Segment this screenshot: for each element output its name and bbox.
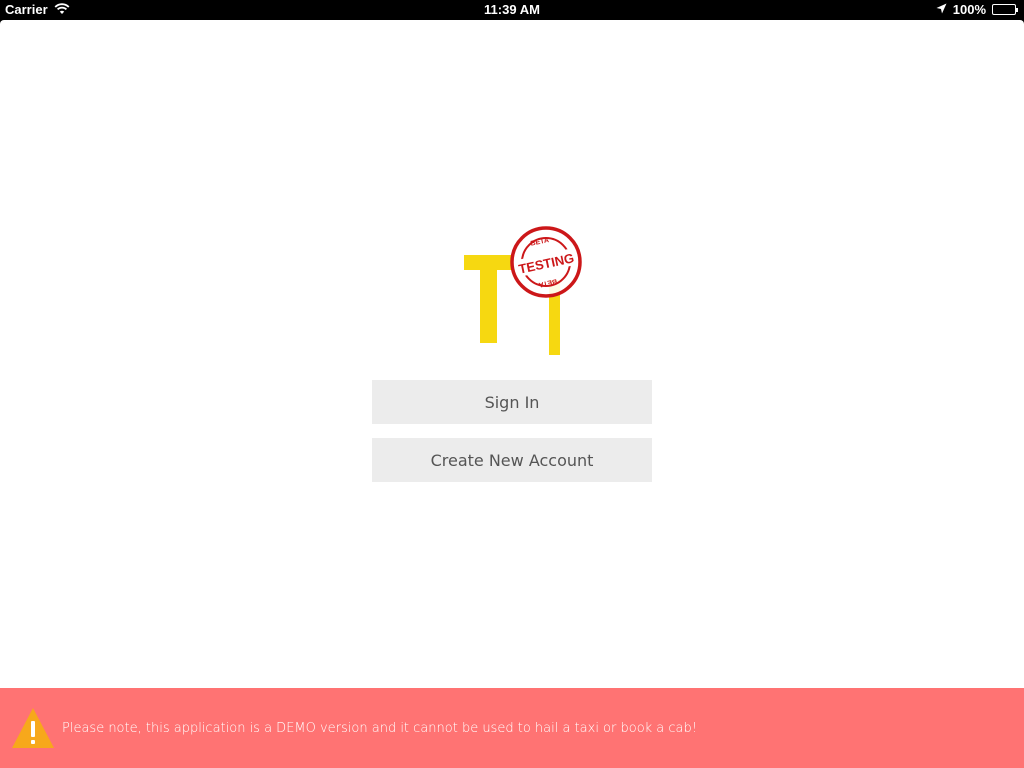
app-screen: TESTING BETA BETA Sign In Create New Acc… [0, 20, 1024, 768]
battery-percent: 100% [952, 2, 986, 17]
beta-testing-stamp-icon: TESTING BETA BETA [510, 226, 582, 298]
battery-icon [992, 4, 1018, 15]
app-logo: TESTING BETA BETA [462, 225, 586, 357]
location-arrow-icon [936, 2, 947, 17]
clock: 11:39 AM [484, 2, 540, 17]
status-bar: Carrier 11:39 AM 100% [0, 0, 1024, 20]
demo-warning-text: Please note, this application is a DEMO … [62, 720, 697, 736]
create-account-button[interactable]: Create New Account [372, 438, 652, 482]
sign-in-button[interactable]: Sign In [372, 380, 652, 424]
demo-warning-banner: Please note, this application is a DEMO … [0, 688, 1024, 768]
status-right: 100% [936, 2, 1018, 17]
warning-icon [11, 706, 55, 750]
